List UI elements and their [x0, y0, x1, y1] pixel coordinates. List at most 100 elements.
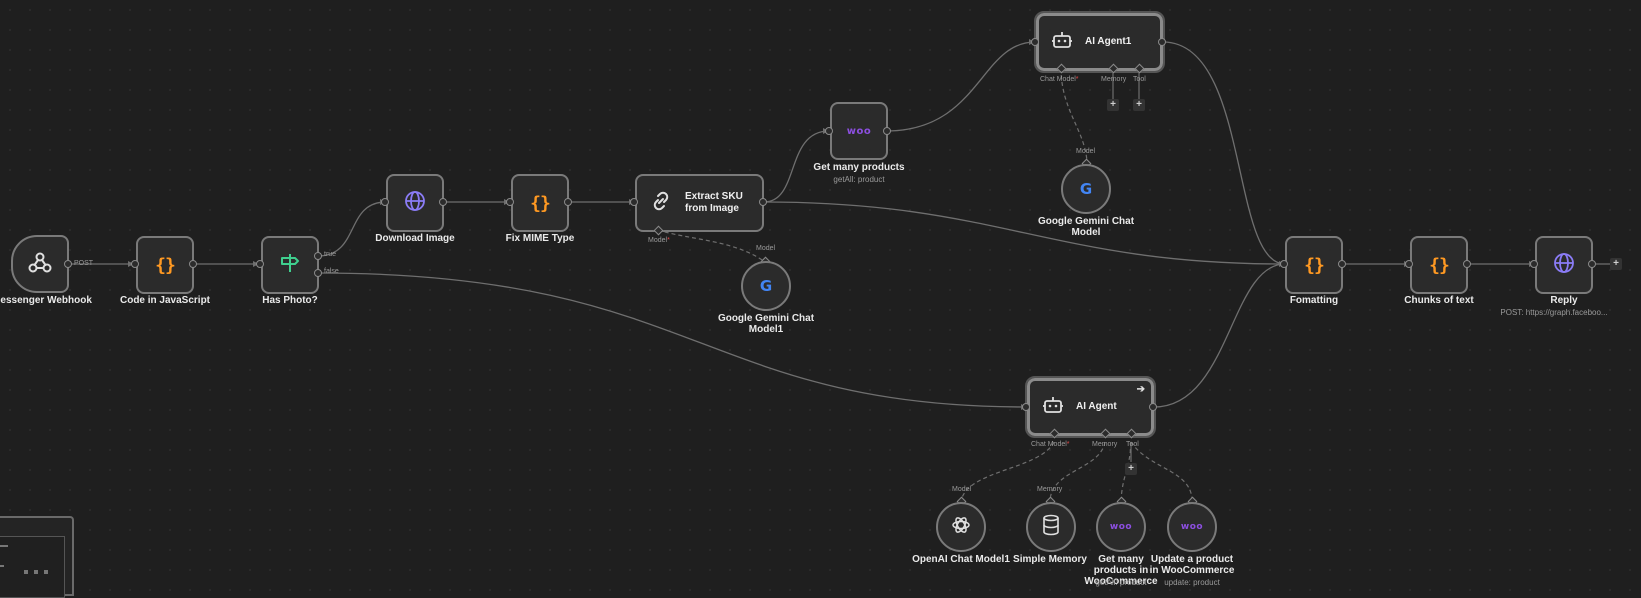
reply-label: Reply: [1550, 295, 1578, 306]
has-photo-false-handle[interactable]: [314, 269, 322, 277]
extract-sku-node[interactable]: Extract SKU from Image: [635, 174, 764, 232]
code-in-javascript-label: Code in JavaScript: [119, 295, 211, 306]
download-image-input-handle[interactable]: [381, 198, 389, 206]
gemini-node[interactable]: G: [1061, 164, 1111, 214]
openai-icon: [950, 514, 972, 541]
sticky-note-fragment[interactable]: [0, 516, 74, 598]
gemini1-model-port-label: Model: [756, 245, 776, 252]
chunks-output-handle[interactable]: [1463, 260, 1471, 268]
formatting-node[interactable]: {}: [1285, 236, 1343, 294]
ai-agent-chat-model-label: Chat Model*: [1031, 441, 1070, 448]
openai-model-port-label: Model: [952, 486, 972, 493]
code-braces-icon: {}: [155, 254, 176, 276]
ai-agent1-input-handle[interactable]: [1031, 38, 1039, 46]
download-image-label: Download Image: [375, 233, 455, 244]
google-icon: G: [759, 277, 773, 295]
download-image-node[interactable]: [386, 174, 444, 232]
woo-update-product-label: Update a product in WooCommerce: [1149, 554, 1235, 576]
ai-agent-tool-label: Tool: [1126, 441, 1139, 448]
get-many-products-node[interactable]: woo: [830, 102, 888, 160]
google-icon: G: [1079, 180, 1093, 198]
gemini1-node[interactable]: G: [741, 261, 791, 311]
ai-agent1-output-handle[interactable]: [1158, 38, 1166, 46]
reply-subtitle: POST: https://graph.faceboo...: [1500, 308, 1608, 317]
ai-agent1-tool-label: Tool: [1133, 76, 1146, 83]
messenger-webhook-label: Messenger Webhook: [0, 295, 92, 306]
ai-agent-output-handle[interactable]: [1149, 403, 1157, 411]
chunks-of-text-node[interactable]: {}: [1410, 236, 1468, 294]
formatting-output-handle[interactable]: [1338, 260, 1346, 268]
download-image-output-handle[interactable]: [439, 198, 447, 206]
has-photo-label: Has Photo?: [262, 295, 318, 306]
gemini-label: Google Gemini Chat Model: [1037, 216, 1135, 238]
fix-mime-type-node[interactable]: {}: [511, 174, 569, 232]
ai-agent1-add-tool-button[interactable]: +: [1133, 99, 1145, 111]
woo-update-product-subtitle: update: product: [1164, 578, 1220, 587]
chunks-input-handle[interactable]: [1405, 260, 1413, 268]
formatting-input-handle[interactable]: [1280, 260, 1288, 268]
globe-icon: [1552, 251, 1576, 280]
robot-icon: [1051, 29, 1073, 56]
webhook-icon: [27, 249, 53, 280]
reply-input-handle[interactable]: [1530, 260, 1538, 268]
sticky-note-inner: [0, 536, 65, 598]
arrow-right-icon[interactable]: ➔: [1137, 384, 1145, 395]
has-photo-input-handle[interactable]: [256, 260, 264, 268]
ai-agent1-chat-model-label: Chat Model*: [1040, 76, 1079, 83]
reply-add-node-button[interactable]: +: [1610, 258, 1622, 270]
chunks-of-text-label: Chunks of text: [1404, 295, 1474, 306]
fix-mime-output-handle[interactable]: [564, 198, 572, 206]
webhook-post-label: POST: [74, 260, 94, 267]
code-js-input-handle[interactable]: [131, 260, 139, 268]
ai-agent-node[interactable]: AI Agent ➔: [1025, 376, 1156, 438]
get-many-products-label: Get many products: [813, 162, 905, 173]
ai-agent1-add-memory-button[interactable]: +: [1107, 99, 1119, 111]
woo-update-product-node[interactable]: woo: [1167, 502, 1217, 552]
extract-sku-output-handle[interactable]: [759, 198, 767, 206]
gemini1-label: Google Gemini Chat Model1: [717, 313, 815, 335]
code-braces-icon: {}: [530, 192, 551, 214]
database-icon: [1041, 514, 1061, 541]
memory-port-label: Memory: [1037, 486, 1063, 493]
ai-agent-title: AI Agent: [1076, 401, 1117, 412]
link-icon: [649, 189, 673, 218]
simple-memory-node[interactable]: [1026, 502, 1076, 552]
ai-agent1-title: AI Agent1: [1085, 36, 1132, 47]
formatting-label: Fomatting: [1289, 295, 1339, 306]
globe-icon: [403, 189, 427, 218]
ai-agent-add-tool-button[interactable]: +: [1125, 463, 1137, 475]
get-products-input-handle[interactable]: [825, 127, 833, 135]
woo-get-products-node[interactable]: woo: [1096, 502, 1146, 552]
reply-output-handle[interactable]: [1588, 260, 1596, 268]
extract-sku-title: Extract SKU from Image: [685, 191, 743, 214]
messenger-webhook-node[interactable]: [11, 235, 69, 293]
woocommerce-icon: woo: [846, 125, 872, 137]
get-products-output-handle[interactable]: [883, 127, 891, 135]
ai-agent-memory-label: Memory: [1092, 441, 1118, 448]
gemini-model-port-label: Model: [1076, 148, 1096, 155]
ai-agent1-node[interactable]: AI Agent1: [1034, 11, 1165, 73]
code-js-output-handle[interactable]: [189, 260, 197, 268]
robot-icon: [1042, 394, 1064, 421]
extract-sku-model-label: Model*: [648, 237, 670, 244]
openai-chat-model-node[interactable]: [936, 502, 986, 552]
ai-agent1-memory-label: Memory: [1101, 76, 1127, 83]
has-photo-node[interactable]: [261, 236, 319, 294]
fix-mime-input-handle[interactable]: [506, 198, 514, 206]
webhook-output-handle[interactable]: [64, 260, 72, 268]
woocommerce-icon: woo: [1109, 522, 1133, 532]
reply-node[interactable]: [1535, 236, 1593, 294]
has-photo-true-label: true: [324, 251, 337, 258]
has-photo-true-handle[interactable]: [314, 252, 322, 260]
code-braces-icon: {}: [1429, 254, 1450, 276]
code-in-javascript-node[interactable]: {}: [136, 236, 194, 294]
get-many-products-subtitle: getAll: product: [833, 175, 885, 184]
woocommerce-icon: woo: [1180, 522, 1204, 532]
fix-mime-type-label: Fix MIME Type: [505, 233, 575, 244]
extract-sku-input-handle[interactable]: [630, 198, 638, 206]
signpost-icon: [278, 251, 302, 280]
openai-chat-model-label: OpenAI Chat Model1: [912, 554, 1010, 565]
code-braces-icon: {}: [1304, 254, 1325, 276]
ai-agent-input-handle[interactable]: [1022, 403, 1030, 411]
has-photo-false-label: false: [324, 268, 339, 275]
